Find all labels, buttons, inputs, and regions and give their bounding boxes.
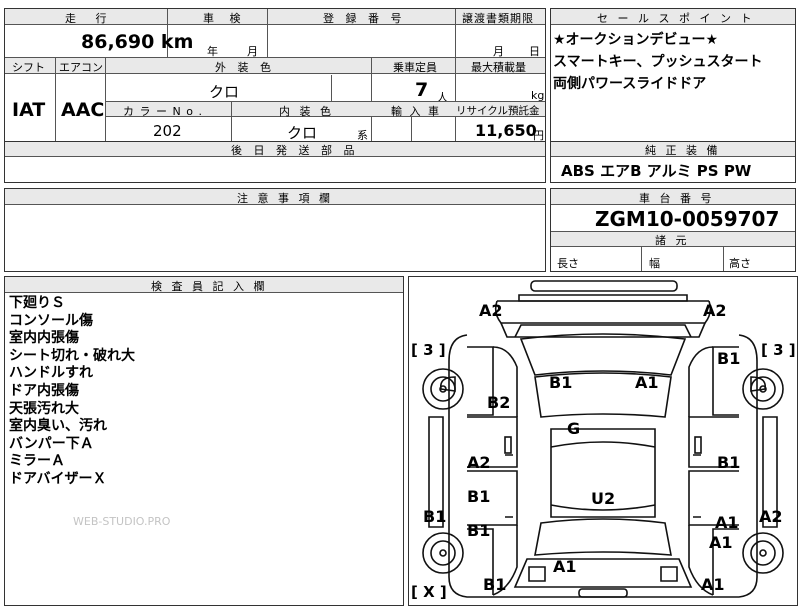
capacity-value: 7 [415, 79, 429, 101]
damage-label: U2 [591, 489, 616, 508]
damage-label: B2 [487, 393, 511, 412]
note-line: ミラーＡ [9, 453, 65, 470]
caution-header: 注 意 事 項 欄 [237, 192, 333, 205]
damage-label: B1 [483, 575, 507, 594]
damage-label: A2 [759, 507, 783, 526]
registration-header: 登 録 番 号 [323, 12, 406, 25]
shaken-header: 車 検 [203, 12, 247, 25]
note-line: ハンドルすれ [9, 365, 93, 382]
note-line: 下廻りＳ [9, 295, 65, 311]
note-line: シート切れ・破れ大 [9, 347, 135, 364]
later-parts-header: 後 日 発 送 部 品 [231, 144, 359, 157]
damage-label: B1 [423, 507, 447, 526]
car-outline-diagram [422, 280, 784, 598]
exterior-color-value: クロ [209, 83, 240, 101]
recycle-header: リサイクル預託金 [456, 105, 540, 117]
damage-label: A2 [703, 301, 727, 320]
sales-line: ★オークションデビュー★ [553, 32, 719, 48]
damage-label: B1 [467, 521, 491, 540]
length-label: 長さ [557, 257, 579, 270]
mileage-header: 走 行 [65, 12, 115, 25]
sales-points-header: セ ー ル ス ポ イ ン ト [597, 12, 755, 25]
width-label: 幅 [649, 257, 660, 270]
bracket-right-top: [ 3 ] [761, 341, 796, 359]
note-line: ドア内張傷 [9, 382, 79, 399]
inspector-box: 検 査 員 記 入 欄 下廻りＳ コンソール傷 室内内張傷 シート切れ・破れ大 … [4, 276, 404, 606]
bracket-left-bottom: [ X ] [411, 583, 447, 601]
color-number-value: 202 [153, 122, 182, 140]
transfer-deadline-header: 譲渡書類期限 [462, 12, 534, 25]
damage-label: G [567, 419, 581, 438]
damage-label: A1 [715, 513, 739, 532]
ac-value: AAC [61, 99, 105, 121]
note-line: バンパー下Ａ [9, 435, 94, 452]
damage-label: B1 [717, 453, 741, 472]
max-load-header: 最大積載量 [471, 61, 526, 74]
note-line: 室内臭い、汚れ [9, 418, 107, 435]
damage-label: A1 [709, 533, 733, 552]
interior-color-value: クロ [287, 124, 318, 142]
damage-label: B1 [467, 487, 491, 506]
shift-header: シフト [12, 61, 45, 74]
chassis-header: 車 台 番 号 [639, 192, 715, 205]
color-number-header: カ ラ ー N o . [123, 105, 203, 118]
chassis-number: ZGM10-0059707 [595, 207, 780, 231]
vehicle-info-table: 走 行 車 検 登 録 番 号 譲渡書類期限 86,690 km 年 月 月 日… [4, 8, 546, 143]
equipment-value: ABS エアB アルミ PS PW [561, 162, 752, 180]
exterior-color-header: 外 装 色 [215, 61, 275, 74]
sales-line: スマートキー、プッシュスタート [553, 54, 763, 70]
equipment-box: 純 正 装 備 ABS エアB アルミ PS PW [550, 141, 796, 183]
chassis-box: 車 台 番 号 ZGM10-0059707 諸 元 長さ 幅 高さ [550, 188, 796, 272]
damage-label: A1 [701, 575, 725, 594]
damage-label: A2 [467, 453, 491, 472]
watermark: WEB-STUDIO.PRO [73, 515, 171, 528]
height-label: 高さ [729, 257, 751, 270]
damage-label: A1 [635, 373, 659, 392]
mileage-value: 86,690 km [81, 31, 194, 53]
note-line: 室内内張傷 [9, 330, 79, 347]
recycle-value: 11,650 [475, 121, 537, 140]
import-header: 輸 入 車 [391, 105, 441, 118]
caution-box: 注 意 事 項 欄 [4, 188, 546, 272]
damage-label: B1 [717, 349, 741, 368]
note-line: ドアバイザーＸ [9, 470, 107, 487]
bracket-left-top: [ 3 ] [411, 341, 446, 359]
damage-label: B1 [549, 373, 573, 392]
damage-label: A2 [479, 301, 503, 320]
ac-header: エアコン [59, 61, 103, 74]
inspector-header: 検 査 員 記 入 欄 [151, 280, 268, 293]
note-line: コンソール傷 [9, 312, 93, 329]
car-diagram-box: [ 3 ] [ 3 ] [ X ] A2 A2 B1 B1 A1 B2 G A2… [408, 276, 798, 606]
damage-label: A1 [553, 557, 577, 576]
sales-line: 両側パワースライドドア [553, 76, 707, 92]
inspector-notes: 下廻りＳ コンソール傷 室内内張傷 シート切れ・破れ大 ハンドルすれ ドア内張傷… [9, 295, 135, 489]
equipment-header: 純 正 装 備 [645, 144, 721, 157]
specs-header: 諸 元 [655, 234, 690, 247]
sales-points-box: セ ー ル ス ポ イ ン ト ★オークションデビュー★ スマートキー、プッシュ… [550, 8, 796, 142]
note-line: 天張汚れ大 [9, 400, 79, 417]
shift-value: IAT [12, 99, 46, 121]
capacity-header: 乗車定員 [393, 61, 437, 74]
later-parts-box: 後 日 発 送 部 品 [4, 141, 546, 183]
interior-color-header: 内 装 色 [279, 105, 334, 118]
